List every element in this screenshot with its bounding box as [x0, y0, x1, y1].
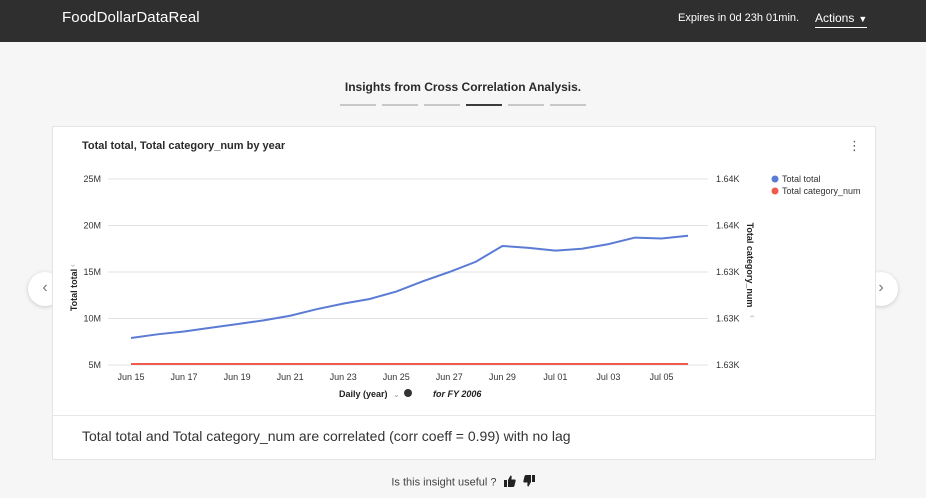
x-tick-label: Jul 01 — [543, 372, 567, 382]
x-tick-label: Jul 03 — [596, 372, 620, 382]
y-tick-label: 15M — [83, 267, 101, 277]
legend-marker — [771, 175, 779, 183]
card-divider — [53, 415, 875, 416]
x-axis-label: Daily (year) — [339, 389, 388, 399]
y2-axis-label: Total category_num — [745, 223, 755, 308]
y2-axis-sort-icon[interactable]: ‹ — [748, 315, 757, 318]
chevron-right-icon: › — [878, 279, 884, 296]
y-tick-label: 5M — [88, 360, 101, 370]
feedback-row: Is this insight useful ? — [0, 475, 926, 490]
legend-marker — [771, 187, 779, 195]
y2-tick-label: 1.63K — [716, 314, 740, 324]
insight-step-1[interactable] — [340, 104, 376, 106]
insight-summary: Total total and Total category_num are c… — [82, 428, 571, 444]
actions-menu-button[interactable]: Actions ▼ — [815, 11, 868, 28]
insight-card: Total total, Total category_num by year … — [52, 126, 876, 460]
info-icon[interactable] — [404, 389, 412, 397]
y2-tick-label: 1.63K — [716, 267, 740, 277]
x-axis-sort-icon[interactable]: ⌄ — [393, 390, 400, 399]
series-line-1[interactable] — [130, 234, 689, 340]
x-tick-label: Jul 05 — [649, 372, 673, 382]
feedback-question: Is this insight useful ? — [391, 476, 497, 489]
y-axis-sort-icon[interactable]: ‹ — [68, 264, 77, 267]
x-tick-label: Jun 15 — [117, 372, 144, 382]
expiry-status: Expires in 0d 23h 01min. — [678, 12, 800, 24]
y2-tick-label: 1.63K — [716, 360, 740, 370]
x-tick-label: Jun 29 — [489, 372, 516, 382]
thumbs-down-icon[interactable] — [522, 475, 535, 490]
line-chart: 5M 10M 15M 20M 25M 1.63K 1.63K 1.63K 1.64K 1.64K… — [68, 174, 861, 399]
actions-label: Actions — [815, 11, 855, 25]
x-axis-note: for FY 2006 — [433, 389, 482, 399]
app-title: FoodDollarDataReal — [62, 9, 200, 26]
app-frame: FoodDollarDataReal Expires in 0d 23h 01m… — [0, 0, 926, 498]
x-tick-label: Jun 23 — [330, 372, 357, 382]
legend-label[interactable]: Total category_num — [782, 186, 861, 196]
insight-step-indicator — [340, 104, 590, 107]
insight-step-5[interactable] — [508, 104, 544, 106]
insights-title: Insights from Cross Correlation Analysis… — [344, 80, 582, 94]
x-tick-label: Jun 17 — [171, 372, 198, 382]
caret-down-icon: ▼ — [858, 14, 868, 24]
y2-tick-label: 1.64K — [716, 221, 740, 231]
x-tick-label: Jun 21 — [277, 372, 304, 382]
y-tick-label: 10M — [83, 314, 101, 324]
insight-step-2[interactable] — [382, 104, 418, 106]
legend-label[interactable]: Total total — [782, 174, 821, 184]
thumbs-up-icon[interactable] — [503, 475, 516, 490]
x-tick-label: Jun 19 — [224, 372, 251, 382]
x-tick-label: Jun 27 — [436, 372, 463, 382]
insight-step-3[interactable] — [424, 104, 460, 106]
insight-step-4[interactable] — [466, 104, 502, 106]
top-bar: FoodDollarDataReal Expires in 0d 23h 01m… — [0, 0, 926, 42]
y-tick-label: 25M — [83, 174, 101, 184]
x-tick-label: Jun 25 — [383, 372, 410, 382]
y-axis-label: Total total — [69, 269, 79, 311]
chevron-left-icon: ‹ — [42, 279, 48, 296]
insight-step-6[interactable] — [550, 104, 586, 106]
y2-tick-label: 1.64K — [716, 174, 740, 184]
y-tick-label: 20M — [83, 221, 101, 231]
